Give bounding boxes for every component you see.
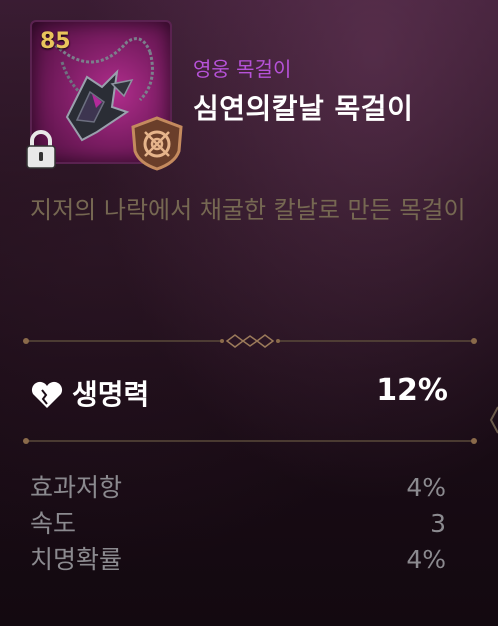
item-description: 지저의 나락에서 채굴한 칼날로 만든 목걸이 [30, 196, 466, 224]
sub-stat-value: 4% [406, 473, 446, 502]
item-name: 심연의칼날 목걸이 [193, 92, 414, 125]
ornamental-divider-bottom [23, 438, 477, 444]
panel-edge-ornament [489, 406, 498, 434]
sub-stat-name: 치명확률 [30, 545, 123, 574]
item-level-badge: 85 [40, 29, 71, 54]
sub-stat-row: 속도 3 [30, 506, 446, 542]
ornamental-divider [23, 334, 477, 348]
sub-stat-name: 효과저항 [30, 473, 123, 502]
lock-icon[interactable] [22, 129, 60, 171]
sub-stats-list: 효과저항 4% 속도 3 치명확률 4% [30, 470, 446, 578]
sub-stat-row: 치명확률 4% [30, 542, 446, 578]
class-emblem-icon [131, 116, 183, 171]
item-grade: 영웅 목걸이 [193, 57, 292, 81]
sub-stat-name: 속도 [30, 509, 77, 538]
main-stat-name: 생명력 [72, 378, 150, 411]
main-stat-value: 12% [376, 373, 448, 408]
heart-icon [31, 381, 63, 408]
sub-stat-value: 3 [430, 509, 446, 538]
sub-stat-row: 효과저항 4% [30, 470, 446, 506]
main-stat-row: 생명력 12% [30, 373, 448, 413]
item-tooltip-panel: 85 영웅 목걸이 심연의칼날 목걸이 지저의 나락에서 채굴한 칼날로 만든 … [0, 0, 498, 626]
sub-stat-value: 4% [406, 545, 446, 574]
